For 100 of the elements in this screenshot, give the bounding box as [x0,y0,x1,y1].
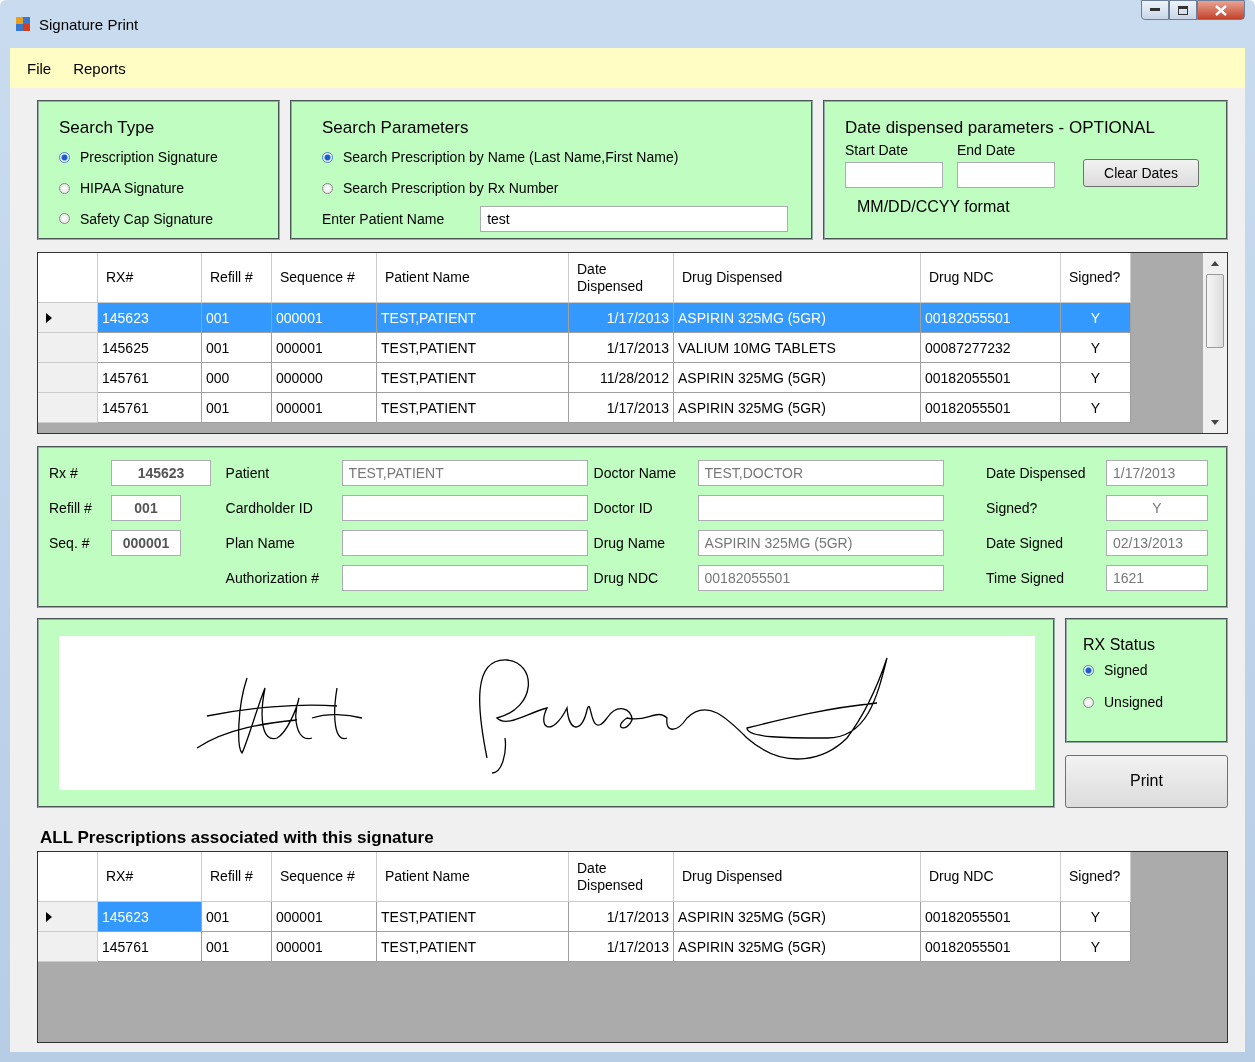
row-header[interactable] [38,363,98,393]
detail-field[interactable]: TEST,DOCTOR [697,460,944,486]
table-cell: 00087277232 [921,333,1061,363]
column-header[interactable]: Patient Name [377,253,569,303]
detail-field[interactable]: 1621 [1106,565,1208,591]
group-title: Search Type [59,118,156,138]
field-label: Rx # [49,465,79,481]
column-header[interactable]: Drug Dispensed [674,852,921,902]
row-header[interactable] [38,902,98,932]
patient-name-field[interactable]: test [480,205,789,232]
field-label: Refill # [49,500,93,516]
grid-corner-header[interactable] [38,253,98,303]
vertical-scrollbar[interactable] [1203,253,1227,433]
column-header[interactable]: Signed? [1061,253,1131,303]
window-title: Signature Print [39,15,139,33]
detail-field[interactable]: 1/17/2013 [1106,460,1208,486]
radio-option[interactable]: Signed [1083,654,1210,686]
field-label: Doctor Name [593,465,677,481]
column-header[interactable]: Patient Name [377,852,569,902]
column-header[interactable]: RX# [98,852,202,902]
table-cell: 00182055501 [921,303,1061,333]
table-cell: ASPIRIN 325MG (5GR) [674,902,921,932]
detail-field[interactable]: 145623 [111,460,211,486]
table-cell: Y [1061,303,1131,333]
field-label: Drug Name [593,535,667,551]
table-cell: TEST,PATIENT [377,363,569,393]
column-header[interactable]: Date Dispensed [569,253,674,303]
table-cell: 000000 [272,363,377,393]
current-row-icon [46,312,52,323]
detail-field[interactable]: 001 [111,495,181,521]
column-header[interactable]: Refill # [202,852,272,902]
grid-corner-header[interactable] [38,852,98,902]
app-icon [15,16,31,32]
minimize-icon [1150,8,1160,12]
detail-field[interactable]: 000001 [111,530,181,556]
field-label: Date Dispensed [986,465,1087,481]
field-label: Enter Patient Name [322,210,445,227]
start-date-field[interactable] [845,162,943,188]
row-header[interactable] [38,303,98,333]
table-cell: 145623 [98,902,202,932]
column-header[interactable]: Drug Dispensed [674,253,921,303]
detail-field[interactable]: TEST,PATIENT [341,460,588,486]
detail-field[interactable]: 02/13/2013 [1106,530,1208,556]
table-cell: ASPIRIN 325MG (5GR) [674,393,921,423]
table-cell: ASPIRIN 325MG (5GR) [674,363,921,393]
detail-field[interactable]: Y [1106,495,1208,521]
row-header[interactable] [38,932,98,962]
radio-option[interactable]: Prescription Signature [59,142,258,173]
menu-item[interactable]: Reports [62,59,137,77]
table-cell: 1/17/2013 [569,333,674,363]
menu-item[interactable]: File [16,59,63,77]
detail-field[interactable]: 00182055501 [697,565,944,591]
table-cell: 001 [202,902,272,932]
table-cell: 00182055501 [921,902,1061,932]
radio-option[interactable]: Search Prescription by Name (Last Name,First Name) [322,142,791,173]
field-label: Plan Name [225,535,296,551]
table-cell: 001 [202,393,272,423]
maximize-button[interactable] [1169,0,1197,20]
scroll-down-icon[interactable] [1211,420,1219,425]
column-header[interactable]: Sequence # [272,852,377,902]
group-title: RX Status [1083,636,1157,654]
radio-option[interactable]: Safety Cap Signature [59,203,258,234]
table-cell: Y [1061,363,1131,393]
field-label: Doctor ID [593,500,654,516]
group-title: Search Parameters [322,118,470,138]
table-cell: VALIUM 10MG TABLETS [674,333,921,363]
print-button[interactable]: Print [1065,754,1228,808]
column-header[interactable]: Signed? [1061,852,1131,902]
detail-field[interactable] [341,530,588,556]
table-cell: 000001 [272,902,377,932]
radio-option[interactable]: Search Prescription by Rx Number [322,172,791,204]
column-header[interactable]: Drug NDC [921,852,1061,902]
detail-field[interactable]: ASPIRIN 325MG (5GR) [697,530,944,556]
table-cell: 001 [202,333,272,363]
minimize-button[interactable] [1141,0,1169,20]
column-header[interactable]: Date Dispensed [569,852,674,902]
row-header[interactable] [38,393,98,423]
detail-field[interactable] [341,565,588,591]
table-cell: Y [1061,393,1131,423]
close-icon [1215,4,1227,16]
end-date-field[interactable] [957,162,1055,188]
table-cell: TEST,PATIENT [377,393,569,423]
clear-dates-button[interactable]: Clear Dates [1083,159,1199,187]
column-header[interactable]: RX# [98,253,202,303]
row-header[interactable] [38,333,98,363]
detail-field[interactable] [697,495,944,521]
close-button[interactable] [1197,0,1245,20]
table-cell: 1/17/2013 [569,303,674,333]
scroll-up-icon[interactable] [1211,261,1219,266]
column-header[interactable]: Sequence # [272,253,377,303]
radio-option[interactable]: Unsigned [1083,686,1210,718]
radio-option[interactable]: HIPAA Signature [59,172,258,204]
table-cell: 145623 [98,303,202,333]
section-title: ALL Prescriptions associated with this signature [40,828,435,848]
column-header[interactable]: Drug NDC [921,253,1061,303]
detail-field[interactable] [341,495,588,521]
table-cell: 00182055501 [921,932,1061,962]
table-cell: Y [1061,932,1131,962]
table-cell: TEST,PATIENT [377,303,569,333]
column-header[interactable]: Refill # [202,253,272,303]
